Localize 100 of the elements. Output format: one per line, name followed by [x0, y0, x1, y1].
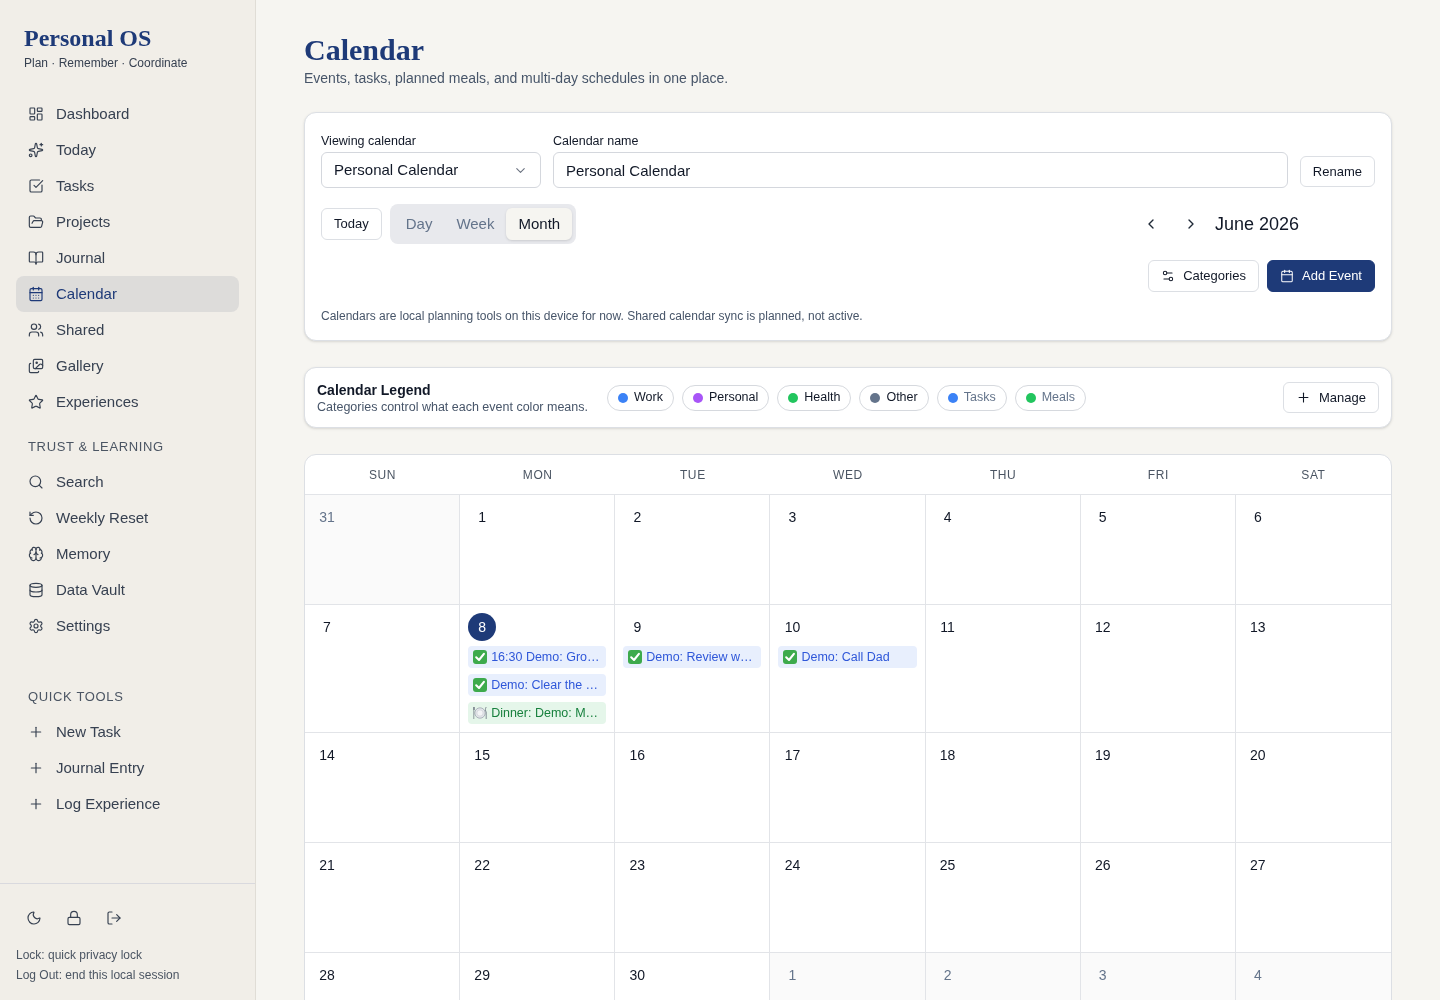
book-icon — [28, 250, 44, 266]
sidebar-nav-item[interactable]: Dashboard — [16, 96, 239, 132]
day-cell[interactable]: 9 Demo: Review w… — [615, 605, 771, 733]
day-cell[interactable]: 1 — [460, 495, 616, 605]
plus-icon — [1296, 390, 1311, 405]
day-number: 18 — [938, 745, 957, 765]
quick-tool-link[interactable]: Journal Entry — [16, 750, 239, 786]
logout-icon — [106, 910, 122, 926]
meal-event[interactable]: Dinner: Demo: M… — [468, 702, 607, 724]
check-mark-icon — [473, 678, 488, 692]
categories-button[interactable]: Categories — [1148, 260, 1259, 292]
sidebar-nav-item[interactable]: Projects — [16, 204, 239, 240]
calendar-select[interactable]: Personal Calendar — [321, 152, 541, 188]
view-tab[interactable]: Week — [444, 208, 507, 240]
page-subtitle: Events, tasks, planned meals, and multi-day schedules in one place. — [304, 69, 730, 88]
day-number: 8 — [468, 613, 497, 641]
view-tab[interactable]: Month — [506, 208, 573, 240]
sidebar-nav-item[interactable]: Experiences — [16, 384, 239, 420]
footer-note: Log Out: end this local session — [16, 967, 181, 984]
day-cell[interactable]: 31 — [305, 495, 461, 605]
manage-button[interactable]: Manage — [1283, 382, 1379, 413]
task-event[interactable]: Demo: Clear the … — [468, 674, 607, 696]
day-cell[interactable]: 2 — [615, 495, 771, 605]
sidebar-nav-item[interactable]: Memory — [16, 536, 239, 572]
day-cell[interactable]: 21 — [305, 843, 461, 953]
day-number: 11 — [939, 617, 956, 637]
sidebar-nav-item[interactable]: Settings — [16, 608, 239, 644]
day-number: 27 — [1249, 855, 1267, 875]
calendar-icon — [28, 286, 44, 302]
day-number: 15 — [473, 745, 491, 765]
day-number: 4 — [1252, 965, 1263, 985]
day-cell[interactable]: 4 — [1235, 953, 1391, 1000]
today-button[interactable]: Today — [321, 208, 382, 240]
day-cell[interactable]: 3 — [770, 495, 926, 605]
event-title: Dinner: Demo: M… — [491, 704, 599, 722]
event-title: Demo: Review w… — [646, 648, 753, 666]
sidebar-nav-item[interactable]: Gallery — [16, 348, 239, 384]
sidebar-nav-item[interactable]: Tasks — [16, 168, 239, 204]
day-cell[interactable]: 2 — [925, 953, 1081, 1000]
task-event[interactable]: 16:30 Demo: Gro… — [468, 646, 607, 668]
day-cell[interactable]: 24 — [770, 843, 926, 953]
day-cell[interactable]: 11 — [925, 605, 1081, 733]
day-cell[interactable]: 23 — [615, 843, 771, 953]
calendar-name-field[interactable]: Personal Calendar — [553, 152, 1288, 188]
day-number: 30 — [628, 965, 647, 985]
task-event[interactable]: Demo: Call Dad — [778, 646, 917, 668]
sidebar-nav-item[interactable]: Journal — [16, 240, 239, 276]
day-cell[interactable]: 22 — [460, 843, 616, 953]
day-number: 16 — [628, 745, 647, 765]
day-cell[interactable]: 8 16:30 Demo: Gro… Demo: Clear the … Dinner: Demo: M… — [460, 605, 616, 733]
images-icon — [28, 358, 44, 374]
day-cell[interactable]: 4 — [925, 495, 1081, 605]
sidebar-nav-item[interactable]: Shared — [16, 312, 239, 348]
day-cell[interactable]: 18 — [925, 733, 1081, 843]
day-cell[interactable]: 1 — [770, 953, 926, 1000]
sliders-icon — [1161, 269, 1176, 283]
section-heading: QUICK TOOLS — [27, 689, 125, 705]
sidebar-nav-item[interactable]: Data Vault — [16, 572, 239, 608]
view-tab[interactable]: Day — [393, 208, 445, 240]
day-cell[interactable]: 17 — [770, 733, 926, 843]
day-cell[interactable]: 10 Demo: Call Dad — [770, 605, 926, 733]
day-cell[interactable]: 14 — [305, 733, 461, 843]
sidebar-nav-item[interactable]: Weekly Reset — [16, 500, 239, 536]
quick-tool-link[interactable]: Log Experience — [16, 786, 239, 822]
day-cell[interactable]: 12 — [1080, 605, 1236, 733]
lock-icon — [66, 910, 82, 926]
task-event[interactable]: Demo: Review w… — [623, 646, 762, 668]
section-heading: TRUST & LEARNING — [27, 439, 165, 455]
day-cell[interactable]: 5 — [1080, 495, 1236, 605]
day-number: 20 — [1249, 745, 1267, 765]
sidebar-nav-item[interactable]: Calendar — [16, 276, 239, 312]
event-title: 16:30 Demo: Gro… — [491, 648, 600, 666]
day-number: 12 — [1093, 617, 1112, 637]
day-cell[interactable]: 7 — [305, 605, 461, 733]
sidebar-nav-item[interactable]: Search — [16, 464, 239, 500]
rename-button[interactable]: Rename — [1299, 156, 1375, 187]
quick-tool-link[interactable]: New Task — [16, 714, 239, 750]
day-cell[interactable]: 15 — [460, 733, 616, 843]
search-icon — [28, 474, 44, 490]
database-icon — [28, 582, 44, 598]
weekday-label: TUE — [679, 466, 706, 484]
check-mark-icon — [628, 650, 643, 664]
day-number: 10 — [783, 617, 802, 637]
sidebar-nav-item[interactable]: Today — [16, 132, 239, 168]
day-cell[interactable]: 3 — [1080, 953, 1236, 1000]
add-event-button[interactable]: Add Event — [1267, 260, 1375, 292]
weekday-label: SUN — [369, 466, 397, 484]
footer-note: Lock: quick privacy lock — [16, 947, 144, 964]
category-tag: Other — [859, 384, 929, 411]
day-cell[interactable]: 25 — [925, 843, 1081, 953]
check-mark-icon — [783, 650, 798, 664]
category-tag: Health — [777, 384, 852, 411]
plate-icon — [473, 706, 488, 720]
weekday-label: WED — [833, 466, 863, 484]
day-cell[interactable]: 19 — [1080, 733, 1236, 843]
plus-icon — [28, 760, 44, 776]
day-cell[interactable]: 26 — [1080, 843, 1236, 953]
day-number: 7 — [322, 617, 332, 637]
day-cell[interactable]: 16 — [615, 733, 771, 843]
app-title: Personal OS — [24, 24, 153, 52]
